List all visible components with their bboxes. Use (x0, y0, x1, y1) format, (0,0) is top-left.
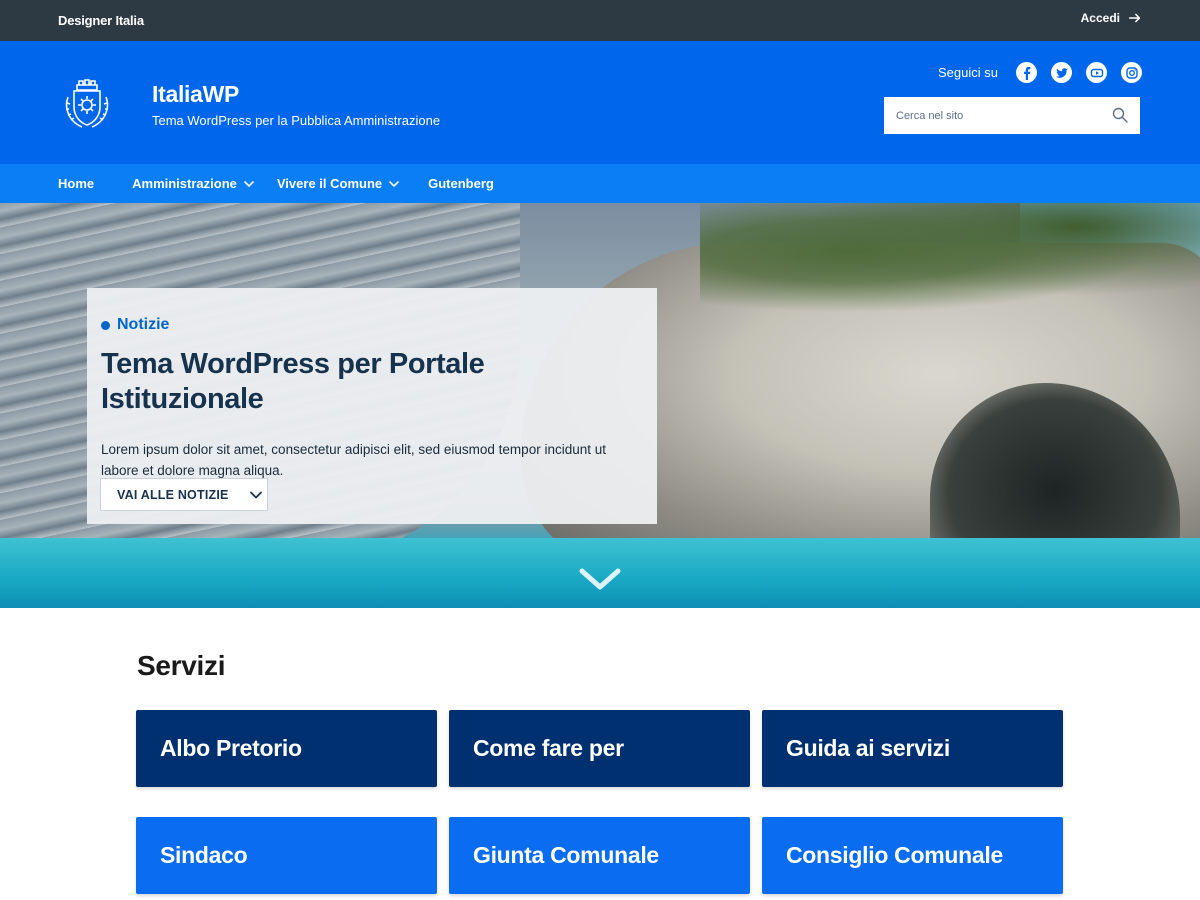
chevron-down-icon (249, 491, 262, 498)
service-card-guida-ai-servizi[interactable]: Guida ai servizi (762, 710, 1063, 787)
service-card-label: Guida ai servizi (786, 735, 950, 761)
nav-item-amministrazione[interactable]: Amministrazione (132, 176, 255, 191)
hero-text: Lorem ipsum dolor sit amet, consectetur … (101, 441, 606, 478)
search-box (884, 97, 1140, 134)
nav-item-gutenberg[interactable]: Gutenberg (428, 176, 494, 191)
login-label: Accedi (1080, 11, 1120, 25)
service-card-sindaco[interactable]: Sindaco (136, 817, 437, 894)
service-card-giunta-comunale[interactable]: Giunta Comunale (449, 817, 750, 894)
scroll-down-arrow-icon[interactable] (578, 565, 622, 593)
chevron-down-icon (389, 180, 399, 187)
nav-item-label: Home (58, 176, 95, 191)
municipal-crest-logo[interactable] (60, 75, 114, 135)
site-title[interactable]: ItaliaWP (152, 81, 239, 108)
service-card-consiglio-comunale[interactable]: Consiglio Comunale (762, 817, 1063, 894)
hero-banner: Notizie Tema WordPress per Portale Istit… (0, 203, 1200, 608)
follow-label: Seguici su (938, 65, 998, 80)
chevron-down-icon (244, 180, 254, 187)
button-label: VAI ALLE NOTIZIE (117, 487, 229, 502)
facebook-icon[interactable] (1016, 62, 1037, 83)
search-input[interactable] (884, 97, 1094, 134)
hero-title[interactable]: Tema WordPress per Portale Istituzionale (101, 347, 643, 417)
instagram-icon[interactable] (1121, 62, 1142, 83)
service-card-label: Albo Pretorio (160, 735, 302, 761)
nav-item-label: Amministrazione (132, 176, 237, 191)
nav-item-vivere-il-comune[interactable]: Vivere il Comune (277, 176, 400, 191)
service-card-label: Come fare per (473, 735, 624, 761)
nav-item-label: Gutenberg (428, 176, 494, 191)
service-card-label: Giunta Comunale (473, 842, 659, 868)
top-bar: Designer Italia Accedi (0, 0, 1200, 41)
search-icon[interactable] (1112, 107, 1128, 123)
service-card-come-fare-per[interactable]: Come fare per (449, 710, 750, 787)
hero-news-card: Notizie Tema WordPress per Portale Istit… (87, 288, 657, 524)
service-card-label: Consiglio Comunale (786, 842, 1003, 868)
hero-image-vegetation (700, 203, 1200, 323)
site-tagline: Tema WordPress per la Pubblica Amministr… (152, 113, 441, 128)
top-bar-brand-link[interactable]: Designer Italia (58, 13, 144, 28)
nav-item-home[interactable]: Home (58, 176, 94, 191)
social-links: Seguici su (938, 62, 1142, 83)
login-button[interactable]: Accedi (1081, 11, 1142, 25)
nav-item-label: Vivere il Comune (276, 176, 383, 191)
go-to-news-button[interactable]: VAI ALLE NOTIZIE (100, 478, 268, 511)
twitter-icon[interactable] (1051, 62, 1072, 83)
main-navigation: Home Amministrazione Vivere il Comune Gu… (0, 164, 1200, 203)
category-label: Notizie (117, 316, 170, 333)
arrow-right-icon (1128, 13, 1141, 23)
category-link[interactable]: Notizie (101, 316, 643, 334)
youtube-icon[interactable] (1086, 62, 1107, 83)
service-card-label: Sindaco (160, 842, 248, 868)
site-header: ItaliaWP Tema WordPress per la Pubblica … (0, 41, 1200, 164)
services-title: Servizi (137, 650, 226, 681)
service-card-albo-pretorio[interactable]: Albo Pretorio (136, 710, 437, 787)
category-dot-icon (101, 320, 110, 330)
